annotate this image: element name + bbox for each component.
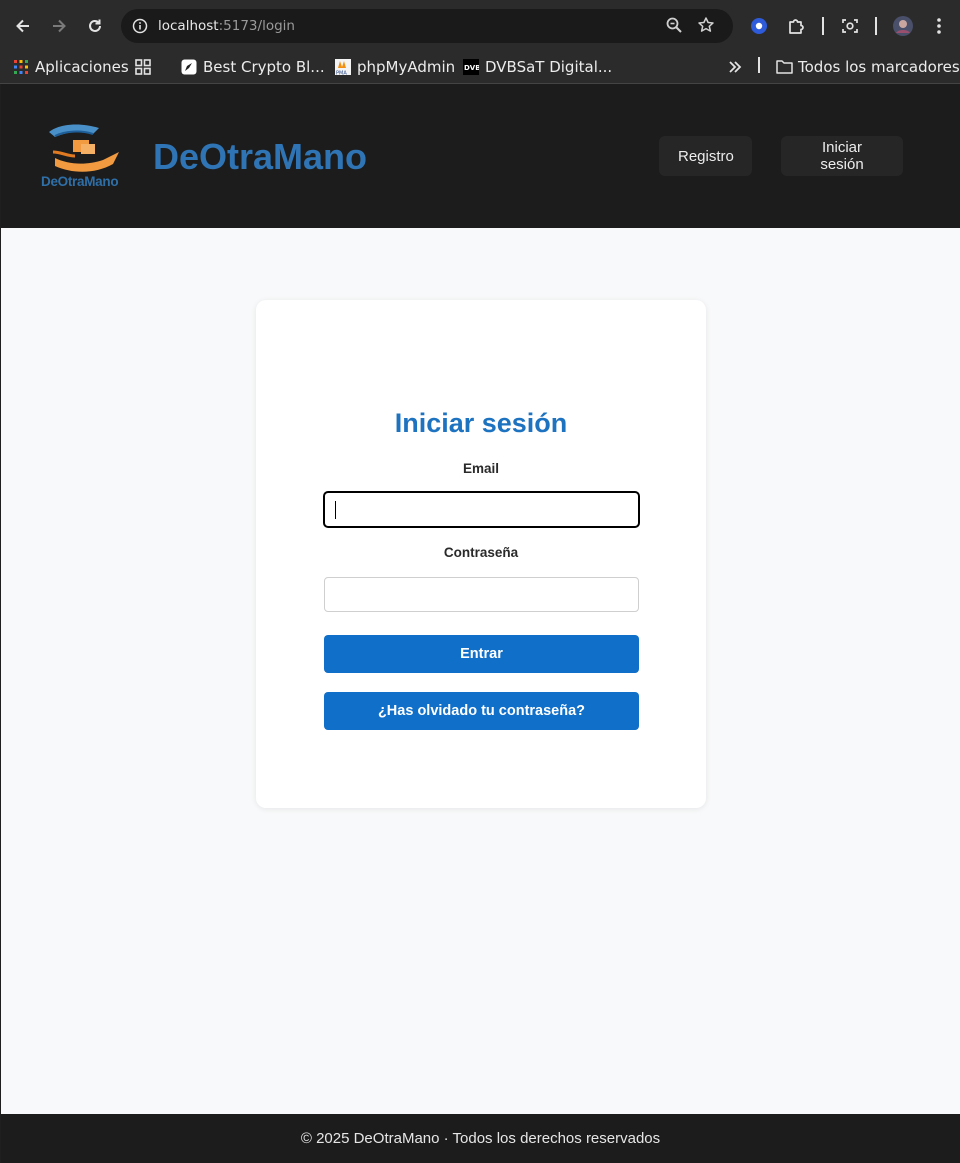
- toolbar-separator: [822, 17, 824, 35]
- address-bar[interactable]: localhost:5173/login: [121, 9, 733, 43]
- site-header: DeOtraMano DeOtraMano Registro Iniciar s…: [1, 84, 960, 228]
- tab-groups-icon: [135, 59, 151, 75]
- bookmark-dvbsat[interactable]: DVB DVBSaT Digital...: [463, 56, 612, 78]
- app-root: DeOtraMano DeOtraMano Registro Iniciar s…: [1, 84, 960, 1163]
- all-bookmarks-button[interactable]: Todos los marcadores: [776, 56, 960, 78]
- password-field[interactable]: [324, 577, 639, 612]
- forward-button[interactable]: [43, 10, 75, 42]
- bookmark-label: phpMyAdmin: [357, 58, 456, 76]
- reload-icon: [89, 19, 101, 32]
- bookmark-separator: [758, 57, 760, 73]
- reload-button[interactable]: [79, 10, 111, 42]
- profile-avatar-icon[interactable]: [889, 12, 917, 40]
- browser-toolbar: localhost:5173/login: [0, 0, 960, 52]
- email-field[interactable]: [324, 492, 639, 527]
- logo-text: DeOtraMano: [41, 174, 119, 189]
- main-content: Iniciar sesión Email Contraseña Entrar ¿…: [1, 228, 960, 1114]
- toolbar-separator: [875, 17, 877, 35]
- bookmark-phpmyadmin[interactable]: PMA phpMyAdmin: [335, 56, 455, 78]
- site-title[interactable]: DeOtraMano: [153, 136, 367, 178]
- site-info-icon[interactable]: [129, 15, 151, 37]
- arrow-left-icon: [16, 19, 29, 33]
- more-bookmarks-button[interactable]: [728, 56, 742, 78]
- text-caret: [335, 501, 336, 519]
- rocket-icon: [181, 59, 197, 75]
- dvb-icon: DVB: [463, 59, 481, 75]
- register-button[interactable]: Registro: [659, 136, 752, 176]
- password-label: Contraseña: [443, 545, 519, 560]
- back-button[interactable]: [7, 10, 39, 42]
- folder-icon: [776, 59, 793, 75]
- bookmark-label: DVBSaT Digital...: [485, 58, 613, 76]
- zoom-icon[interactable]: [665, 16, 683, 39]
- bookmarks-bar: Aplicaciones Best Crypto Bl... PMA phpMy…: [0, 52, 960, 123]
- screen-capture-icon[interactable]: [836, 12, 864, 40]
- url-text[interactable]: localhost:5173/login: [158, 18, 295, 34]
- bookmark-apps[interactable]: Aplicaciones: [13, 56, 129, 78]
- bookmark-label: Aplicaciones: [35, 58, 129, 76]
- apps-grid-icon: [13, 59, 29, 75]
- site-logo[interactable]: DeOtraMano: [39, 122, 129, 189]
- bookmark-best-crypto[interactable]: Best Crypto Bl...: [181, 56, 325, 78]
- bookmark-star-icon[interactable]: [697, 16, 715, 39]
- extensions-puzzle-icon[interactable]: [782, 12, 810, 40]
- forgot-password-button[interactable]: ¿Has olvidado tu contraseña?: [324, 692, 639, 730]
- svg-text:DVB: DVB: [464, 64, 479, 72]
- submit-login-button[interactable]: Entrar: [324, 635, 639, 673]
- footer-text: © 2025 DeOtraMano · Todos los derechos r…: [300, 1130, 661, 1147]
- login-title: Iniciar sesión: [394, 408, 568, 438]
- pma-icon: PMA: [335, 59, 351, 77]
- arrow-right-icon: [53, 19, 66, 33]
- all-bookmarks-label: Todos los marcadores: [798, 58, 960, 76]
- header-login-button[interactable]: Iniciar sesión: [781, 136, 903, 176]
- bookmark-tab-groups[interactable]: [135, 56, 157, 78]
- url-host: localhost: [158, 18, 219, 34]
- helping-hands-logo-icon: [49, 124, 119, 172]
- site-footer: © 2025 DeOtraMano · Todos los derechos r…: [1, 1114, 960, 1163]
- login-card: Iniciar sesión Email Contraseña Entrar ¿…: [256, 300, 706, 808]
- browser-menu-icon[interactable]: [925, 12, 953, 40]
- extension-blue-icon[interactable]: [745, 12, 773, 40]
- svg-text:PMA: PMA: [336, 71, 347, 76]
- double-chevron-right-icon: [729, 61, 742, 73]
- email-label: Email: [462, 461, 500, 476]
- bookmark-label: Best Crypto Bl...: [203, 58, 325, 76]
- url-path: :5173/login: [218, 18, 295, 34]
